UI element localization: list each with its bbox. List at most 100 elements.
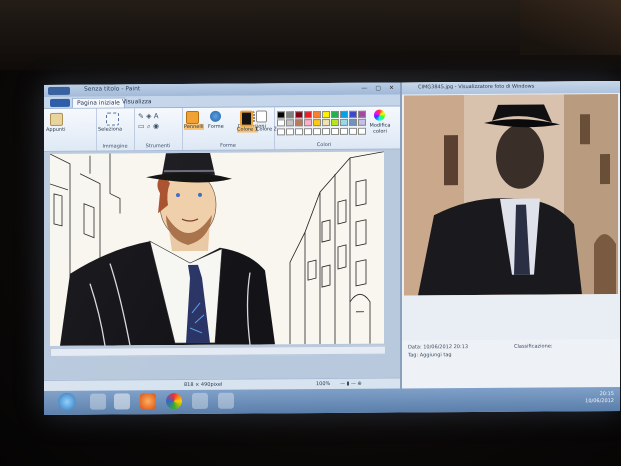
ribbon: Appunti Seleziona Immagine ✎ ◈ A ▭ ⌕ ◉ S… <box>44 106 400 153</box>
photo-viewer-taskbar-icon[interactable] <box>218 392 234 409</box>
zoom-slider[interactable]: — ▮ — ⊕ <box>340 381 362 387</box>
brush-icon[interactable] <box>186 110 199 125</box>
palette-swatch-16[interactable] <box>331 119 339 127</box>
group-clipboard: Appunti <box>44 108 97 152</box>
left-eye <box>176 193 180 198</box>
palette-swatch-29[interactable] <box>358 127 366 135</box>
palette-swatch-22[interactable] <box>295 127 303 135</box>
palette-swatch-8[interactable] <box>349 110 357 118</box>
palette-swatch-17[interactable] <box>340 119 348 127</box>
palette-swatch-1[interactable] <box>286 111 294 119</box>
paste-button[interactable]: Appunti <box>46 127 65 133</box>
palette-swatch-9[interactable] <box>358 110 366 118</box>
clock-date: 10/06/2012 <box>585 398 614 405</box>
group-shapes-label: Forme <box>220 142 236 149</box>
man-face <box>496 124 544 189</box>
color2-button[interactable]: Colore 2 <box>256 126 277 132</box>
paint-taskbar-icon[interactable] <box>192 392 208 409</box>
palette-swatch-26[interactable] <box>331 127 339 135</box>
group-image: Seleziona Immagine <box>96 108 135 151</box>
palette-swatch-0[interactable] <box>277 111 285 119</box>
image-size: 818 × 490pixel <box>184 381 223 389</box>
right-eye <box>198 192 202 197</box>
window-controls[interactable]: — ▢ ✕ <box>361 85 397 92</box>
palette-swatch-28[interactable] <box>349 127 357 135</box>
palette-swatch-20[interactable] <box>277 127 285 136</box>
palette-swatch-5[interactable] <box>322 111 330 119</box>
photo-viewer-window: CIMG3845.jpg - Visualizzatore foto di Wi… <box>402 80 620 389</box>
viewer-titlebar: CIMG3845.jpg - Visualizzatore foto di Wi… <box>402 80 620 95</box>
paint-window: Senza titolo - Paint — ▢ ✕ Pagina inizia… <box>44 82 402 393</box>
media-taskbar-icon[interactable] <box>114 393 130 410</box>
tools-icons-row2[interactable]: ▭ ⌕ ◉ <box>138 122 159 131</box>
select-icon[interactable] <box>106 112 119 126</box>
taskbar: 20:15 10/06/2012 <box>44 386 620 416</box>
palette-swatch-12[interactable] <box>295 119 303 127</box>
group-colors-label: Colori <box>316 142 332 149</box>
color1-swatch[interactable] <box>240 110 253 127</box>
viewer-date: Data: 10/06/2012 20:13 <box>408 344 469 351</box>
window-right-2 <box>600 154 610 185</box>
paint-title: Senza titolo - Paint <box>84 85 141 93</box>
file-menu-button[interactable] <box>50 98 70 107</box>
palette-swatch-3[interactable] <box>304 111 312 119</box>
viewer-photo-content <box>404 94 618 296</box>
building-sketch-right <box>289 151 384 345</box>
tab-view[interactable]: Visualizza <box>118 97 156 106</box>
palette-swatch-14[interactable] <box>313 119 321 127</box>
start-button[interactable] <box>58 392 76 411</box>
group-tools-label: Strumenti <box>145 143 171 150</box>
firefox-taskbar-icon[interactable] <box>140 393 156 410</box>
paste-icon[interactable] <box>50 112 63 126</box>
window-left <box>444 135 458 186</box>
palette-swatch-10[interactable] <box>277 119 285 127</box>
tab-home[interactable]: Pagina iniziale <box>72 97 125 108</box>
palette-swatch-23[interactable] <box>304 127 312 135</box>
palette-swatch-24[interactable] <box>313 127 321 135</box>
color1-button[interactable]: Colore 1 <box>237 126 258 133</box>
palette-swatch-15[interactable] <box>322 119 330 127</box>
zoom-level: 100% <box>316 381 331 388</box>
palette-swatch-11[interactable] <box>286 119 294 127</box>
palette-swatch-13[interactable] <box>304 119 312 127</box>
monitor-screen: Senza titolo - Paint — ▢ ✕ Pagina inizia… <box>44 80 620 416</box>
palette-swatch-25[interactable] <box>322 127 330 135</box>
drawing-illustration <box>50 151 384 346</box>
chrome-taskbar-icon[interactable] <box>166 393 182 410</box>
palette-swatch-18[interactable] <box>349 119 357 127</box>
viewer-photo <box>404 94 618 296</box>
horizontal-scrollbar[interactable] <box>50 345 386 357</box>
window-right-1 <box>580 114 590 145</box>
palette-swatch-19[interactable] <box>358 119 366 127</box>
brushes-button[interactable]: Pennelli <box>184 123 204 131</box>
quick-access-toolbar[interactable] <box>48 86 70 95</box>
color2-swatch[interactable] <box>256 110 267 123</box>
color-palette <box>277 110 367 136</box>
palette-swatch-27[interactable] <box>340 127 348 135</box>
man-jacket <box>418 198 582 296</box>
group-image-label: Immagine <box>102 143 128 150</box>
viewer-title: CIMG3845.jpg - Visualizzatore foto di Wi… <box>418 83 535 91</box>
room-shelf <box>520 0 621 55</box>
select-button[interactable]: Seleziona <box>98 126 122 132</box>
palette-swatch-2[interactable] <box>295 111 303 119</box>
viewer-rating[interactable]: Classificazione: <box>514 343 553 349</box>
edit-colors-icon[interactable] <box>374 109 385 121</box>
edit-colors-button[interactable]: Modifica colori <box>366 123 394 135</box>
shapes-button[interactable]: Forme <box>208 124 224 130</box>
palette-swatch-21[interactable] <box>286 127 294 135</box>
photo-of-monitor: Senza titolo - Paint — ▢ ✕ Pagina inizia… <box>0 0 621 466</box>
palette-swatch-6[interactable] <box>331 110 339 119</box>
viewer-info-bar: Data: 10/06/2012 20:13 Classificazione: … <box>402 338 620 389</box>
shapes-icon[interactable] <box>210 110 221 122</box>
drawing-canvas[interactable] <box>50 151 384 346</box>
group-tools: ✎ ◈ A ▭ ⌕ ◉ Strumenti <box>134 108 183 151</box>
explorer-taskbar-icon[interactable] <box>90 393 106 410</box>
palette-swatch-4[interactable] <box>313 111 321 119</box>
arch <box>594 234 616 295</box>
palette-swatch-7[interactable] <box>340 110 348 118</box>
canvas-area <box>44 149 400 381</box>
viewer-tags[interactable]: Tag: Aggiungi tag <box>408 352 452 358</box>
taskbar-clock[interactable]: 20:15 10/06/2012 <box>585 391 614 405</box>
tools-icons[interactable]: ✎ ◈ A <box>138 112 159 120</box>
